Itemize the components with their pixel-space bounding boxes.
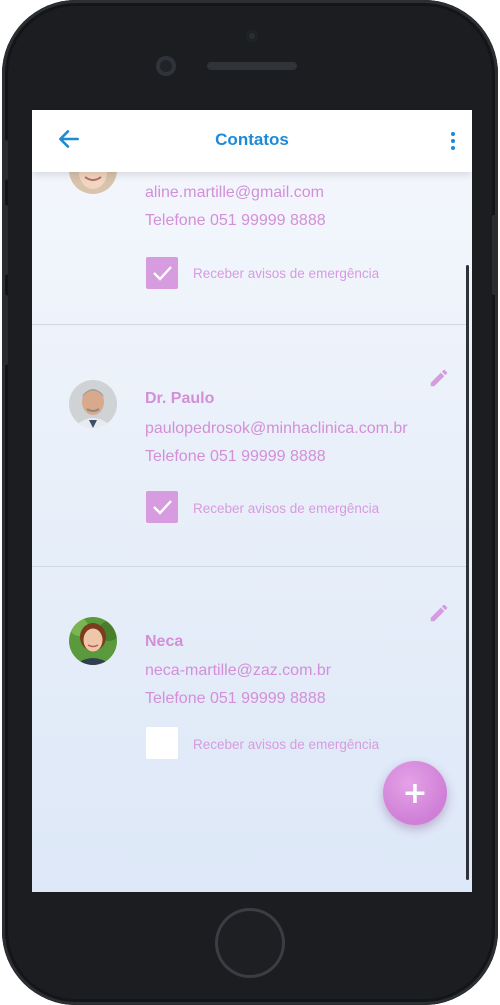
emergency-label: Receber avisos de emergência <box>193 266 380 281</box>
power-button <box>492 215 498 295</box>
avatar <box>69 380 117 428</box>
avatar <box>69 617 117 665</box>
emergency-label: Receber avisos de emergência <box>193 501 380 516</box>
emergency-checkbox[interactable] <box>146 257 178 289</box>
contact-phone: Telefone 051 99999 8888 <box>145 448 326 465</box>
add-contact-button[interactable]: + <box>383 761 447 825</box>
contact-card[interactable]: Dr. Paulo paulopedrosok@minhaclinica.com… <box>32 325 466 566</box>
more-vertical-icon[interactable] <box>448 132 458 154</box>
emergency-label: Receber avisos de emergência <box>193 737 380 752</box>
contact-email: paulopedrosok@minhaclinica.com.br <box>145 420 408 437</box>
contact-name: Dr. Paulo <box>145 390 215 407</box>
emergency-checkbox[interactable] <box>146 727 178 759</box>
front-camera <box>156 56 176 76</box>
contact-email: neca-martille@zaz.com.br <box>145 662 332 679</box>
contact-email: aline.martille@gmail.com <box>145 184 324 201</box>
scrollbar[interactable] <box>466 265 469 880</box>
pencil-icon[interactable] <box>428 602 450 624</box>
contact-name: Neca <box>145 633 184 650</box>
checkmark-icon <box>153 500 172 515</box>
app-bar: Contatos <box>32 110 472 172</box>
pencil-icon[interactable] <box>428 367 450 389</box>
checkmark-icon <box>153 266 172 281</box>
page-title: Contatos <box>215 130 289 149</box>
app-screen: aline.martille@gmail.com Telefone 051 99… <box>32 110 472 892</box>
proximity-sensor <box>246 30 258 42</box>
mute-switch <box>2 140 8 180</box>
home-button <box>215 908 285 978</box>
emergency-checkbox[interactable] <box>146 491 178 523</box>
volume-up-button <box>2 205 8 275</box>
contact-phone: Telefone 051 99999 8888 <box>145 690 326 707</box>
earpiece-speaker <box>207 62 297 70</box>
volume-down-button <box>2 295 8 365</box>
phone-frame: aline.martille@gmail.com Telefone 051 99… <box>2 0 498 1005</box>
contact-phone: Telefone 051 99999 8888 <box>145 212 326 229</box>
